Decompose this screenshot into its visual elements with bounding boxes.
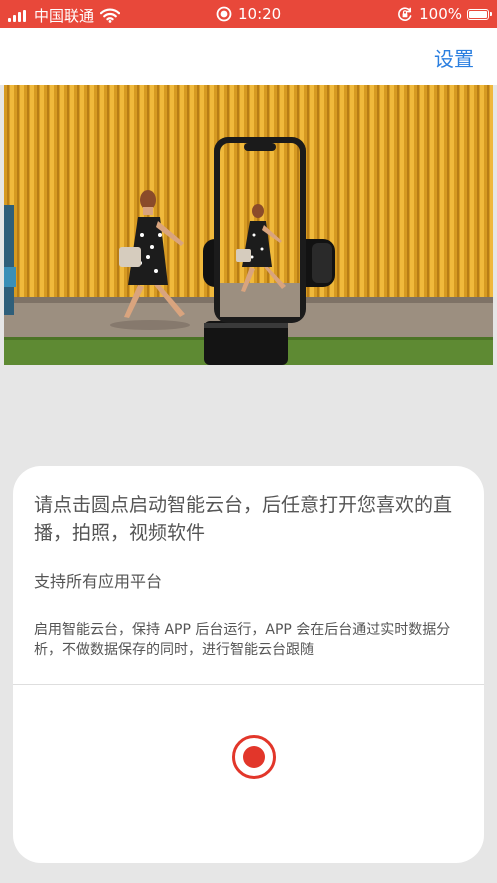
orientation-lock-icon: [398, 7, 412, 21]
description-text: 启用智能云台，保持 APP 后台运行，APP 会在后台通过实时数据分析，不做数据…: [34, 622, 451, 658]
status-center: 10:20: [216, 5, 281, 23]
hero-image: [0, 85, 497, 365]
settings-button[interactable]: 设置: [434, 43, 474, 72]
status-time: 10:20: [238, 5, 282, 23]
record-icon: [243, 746, 265, 768]
status-right: 100%: [397, 5, 492, 23]
info-card: 请点击圆点启动智能云台，后任意打开您喜欢的直播，拍照，视频软件 支持所有应用平台…: [13, 466, 484, 863]
battery-percentage: 100%: [419, 5, 462, 23]
battery-icon: [467, 8, 492, 20]
headline-text: 请点击圆点启动智能云台，后任意打开您喜欢的直播，拍照，视频软件: [34, 494, 453, 544]
location-icon: [216, 6, 232, 22]
divider: [13, 684, 484, 685]
status-bar: 中国联通 10:20 100%: [0, 0, 497, 28]
nav-bar: 设置: [0, 28, 497, 85]
status-left: 中国联通: [8, 5, 121, 26]
signal-icon: [8, 9, 28, 22]
subheadline-text: 支持所有应用平台: [34, 572, 163, 591]
carrier-label: 中国联通: [34, 7, 95, 25]
record-button[interactable]: [232, 735, 276, 779]
wifi-icon: [100, 8, 121, 23]
